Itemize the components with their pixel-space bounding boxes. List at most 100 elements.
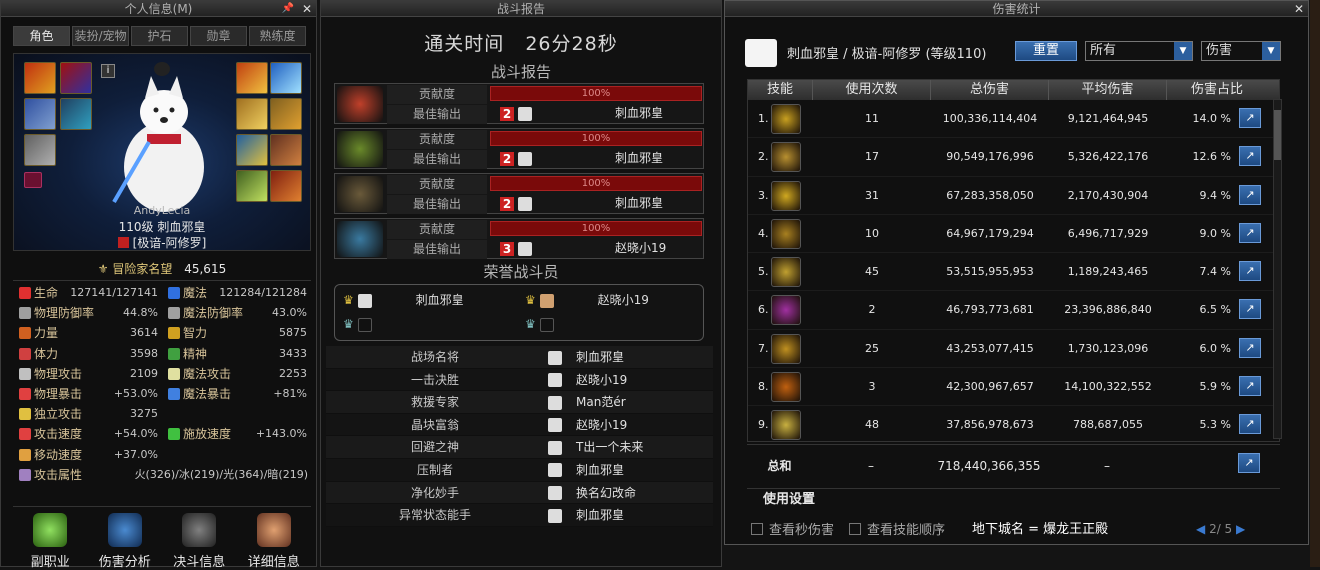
share-icon[interactable]: ↗ [1239, 108, 1261, 128]
stat-icon [19, 307, 31, 320]
pin-icon[interactable]: 📌 [282, 1, 294, 17]
stat-cell: 生命 127141/127141 [13, 283, 162, 303]
contribution-pct: 100% [581, 223, 611, 234]
stat-cell: 魔法暴击 +81% [162, 384, 311, 404]
share-icon[interactable]: ↗ [1239, 337, 1261, 358]
table-row[interactable]: 5. 45 53,515,955,953 1,189,243,465 7.4 %… [748, 253, 1279, 292]
col-share[interactable]: 伤害占比 [1167, 80, 1267, 100]
prev-icon[interactable]: ◀ [1196, 522, 1205, 536]
report-row: 贡献度 最佳输出 100% 3 赵晓小19 [334, 218, 704, 259]
col-skill[interactable]: 技能 [748, 80, 813, 100]
table-row[interactable]: 9. 48 37,856,978,673 788,687,055 5.3 % ↗ [748, 406, 1279, 445]
skill-cell: 8. [748, 368, 813, 405]
stat-row: 攻击属性 火(326)/冰(219)/光(364)/暗(219) [13, 465, 311, 485]
target-filter-select[interactable]: 所有 ▼ [1085, 41, 1193, 61]
total-label: 总和 [767, 459, 792, 473]
detail-info-button[interactable]: 详细信息 [237, 507, 312, 570]
equip-slot-bottom[interactable] [24, 98, 56, 130]
share-icon[interactable]: ↗ [1239, 184, 1261, 205]
equip-slot-title-item[interactable] [270, 62, 302, 94]
share-icon[interactable]: ↗ [1238, 453, 1260, 473]
stat-cell: 精神 3433 [162, 344, 311, 364]
player-avatar [548, 440, 562, 455]
stat-label: 物理攻击 [34, 366, 83, 381]
col-total[interactable]: 总伤害 [931, 80, 1049, 100]
stat-icon [19, 347, 31, 360]
next-icon[interactable]: ▶ [1236, 522, 1245, 536]
reset-button[interactable]: 重置 [1015, 41, 1077, 61]
tab-talisman[interactable]: 护石 [131, 26, 188, 46]
skill-icon [771, 372, 801, 403]
award-name: 战场名将 [410, 350, 459, 364]
table-row[interactable]: 7. 25 43,253,077,415 1,730,123,096 6.0 %… [748, 330, 1279, 369]
total-damage-cell: 37,856,978,673 [946, 418, 1034, 432]
col-avg[interactable]: 平均伤害 [1049, 80, 1167, 100]
stat-icon [19, 387, 31, 400]
equip-slot-support[interactable] [270, 134, 302, 166]
equip-slot-title[interactable] [24, 172, 42, 188]
tab-character[interactable]: 角色 [13, 26, 70, 46]
close-icon[interactable]: ✕ [1294, 1, 1304, 17]
skill-cell: 1. [748, 100, 813, 137]
dungeon-boss-icon [337, 176, 383, 212]
table-row[interactable]: 1. 11 100,336,114,404 9,121,464,945 14.0… [748, 100, 1279, 139]
table-row[interactable]: 4. 10 64,967,179,294 6,496,717,929 9.0 %… [748, 215, 1279, 254]
table-row[interactable]: 3. 31 67,283,358,050 2,170,430,904 9.4 %… [748, 177, 1279, 215]
table-body: 1. 11 100,336,114,404 9,121,464,945 14.0… [748, 100, 1279, 445]
share-icon[interactable]: ↗ [1239, 261, 1261, 282]
equip-slot-weapon[interactable] [236, 62, 268, 94]
stat-label: 攻击属性 [34, 467, 83, 482]
contribution-label: 贡献度 [387, 175, 487, 194]
table-row[interactable]: 2. 17 90,549,176,996 5,326,422,176 12.6 … [748, 138, 1279, 177]
stat-value: +37.0% [113, 447, 158, 461]
stat-value: +81% [273, 386, 307, 400]
tab-medal[interactable]: 勋章 [190, 26, 247, 46]
share-pct: 9.4 % [1199, 188, 1231, 202]
stat-icon [168, 367, 180, 380]
sub-class-button[interactable]: 副职业 [13, 507, 88, 570]
honor-member-3: ♛ [343, 313, 372, 335]
table-row[interactable]: 6. 2 46,793,773,681 23,396,886,840 6.5 %… [748, 291, 1279, 330]
award-name: 异常状态能手 [398, 508, 471, 523]
stat-row: 物理防御率 44.8% 魔法防御率 43.0% [13, 303, 311, 323]
close-icon[interactable]: ✕ [302, 1, 312, 17]
equip-slot-shoes[interactable] [24, 134, 56, 166]
equip-slot-necklace[interactable] [270, 98, 302, 130]
col-uses[interactable]: 使用次数 [813, 80, 931, 100]
per-second-checkbox[interactable]: 查看秒伤害 [751, 519, 834, 538]
share-icon[interactable]: ↗ [1239, 222, 1261, 243]
share-icon[interactable]: ↗ [1239, 146, 1261, 167]
share-cell: 6.0 % ↗ [1167, 330, 1267, 367]
scroll-thumb[interactable] [1274, 110, 1281, 160]
equip-slot-magic-stone[interactable] [236, 170, 268, 202]
metric-filter-select[interactable]: 伤害 ▼ [1201, 41, 1281, 61]
tab-proficiency[interactable]: 熟练度 [249, 26, 306, 46]
total-damage-cell: 90,549,176,996 [946, 150, 1034, 164]
player-avatar [518, 196, 532, 211]
equip-slot-top[interactable] [60, 62, 92, 94]
damage-analysis-button[interactable]: 伤害分析 [88, 507, 163, 570]
player-avatar [548, 508, 562, 523]
share-icon[interactable]: ↗ [1239, 299, 1261, 320]
share-icon[interactable]: ↗ [1239, 376, 1261, 397]
tab-costume-pet[interactable]: 装扮/宠物 [72, 26, 129, 46]
duel-info-button[interactable]: 决斗信息 [162, 507, 237, 570]
award-row: 救援专家 Man范ér [326, 391, 713, 414]
equip-slot-earring[interactable] [270, 170, 302, 202]
equip-slot-belt[interactable] [60, 98, 92, 130]
equip-slot-ring[interactable] [236, 134, 268, 166]
stat-value: 127141/127141 [70, 286, 158, 299]
stat-row: 移动速度 +37.0% [13, 445, 311, 465]
usage-settings[interactable]: 使用设置 [747, 488, 1280, 510]
share-cell: 6.5 % ↗ [1167, 291, 1267, 328]
skill-cell: 3. [748, 177, 813, 214]
table-row[interactable]: 8. 3 42,300,967,657 14,100,322,552 5.9 %… [748, 368, 1279, 407]
equip-slot-bracelet[interactable] [236, 98, 268, 130]
crown-icon: ♛ [525, 317, 536, 331]
share-icon[interactable]: ↗ [1239, 414, 1261, 435]
equip-slot-shoulder[interactable] [24, 62, 56, 94]
player-avatar [548, 463, 562, 478]
skill-order-checkbox[interactable]: 查看技能顺序 [849, 519, 945, 538]
stat-cell: 施放速度 +143.0% [162, 424, 311, 444]
table-scrollbar[interactable] [1273, 99, 1282, 439]
